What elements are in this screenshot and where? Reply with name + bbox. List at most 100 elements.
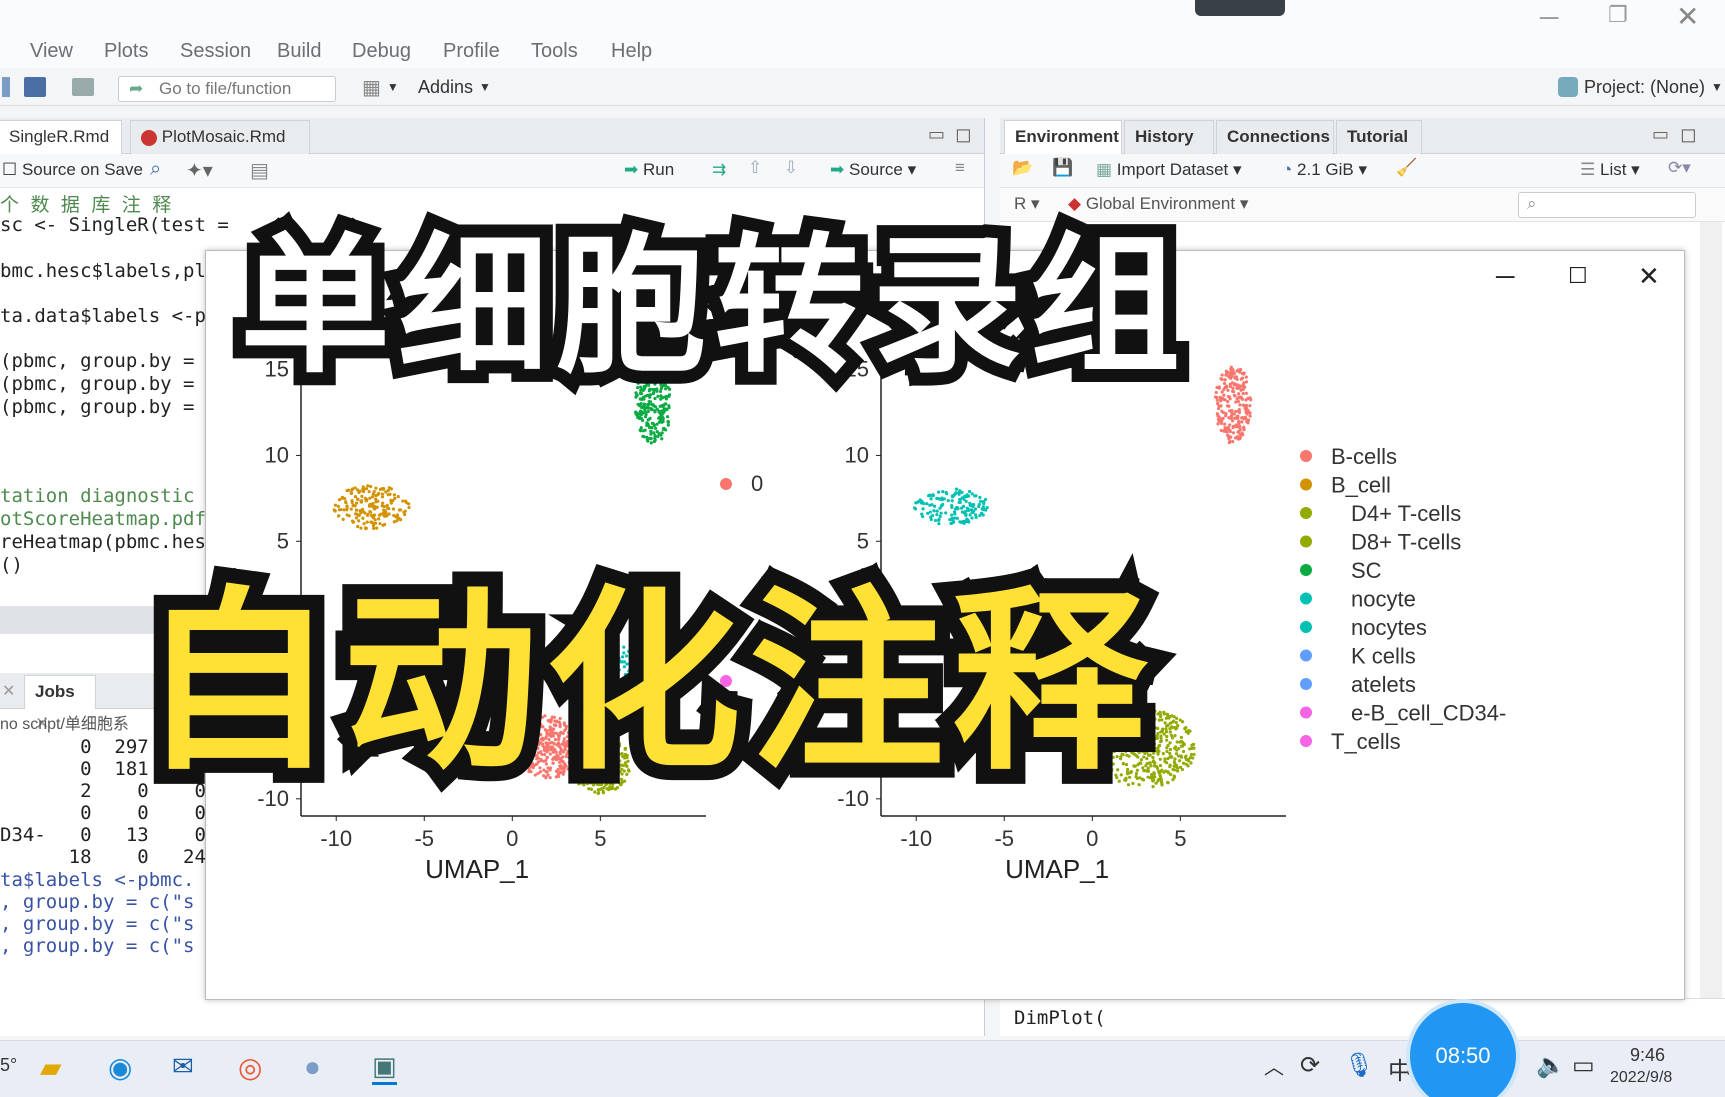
close-tab-icon[interactable]: ✕ — [2, 681, 15, 701]
data-point — [933, 518, 938, 523]
data-point — [366, 484, 370, 488]
data-point — [1217, 386, 1221, 390]
run-button[interactable]: ➡ Run — [624, 160, 674, 180]
data-point — [1236, 416, 1240, 420]
data-point — [384, 490, 388, 494]
broom-icon[interactable]: 🧹 — [1396, 158, 1417, 178]
close-icon[interactable]: ✕ — [1676, 0, 1699, 33]
search-icon[interactable]: ⌕ — [150, 158, 161, 181]
data-point — [387, 512, 391, 516]
addins-button[interactable]: Addins ▼ — [418, 73, 491, 101]
grid-layout-icon[interactable]: ▦ ▼ — [362, 73, 399, 101]
tab-plotmosaic[interactable]: PlotMosaic.Rmd ✕ — [130, 120, 310, 178]
clock-time[interactable]: 9:46 — [1630, 1045, 1665, 1066]
data-point — [1163, 721, 1167, 725]
env-scrollbar[interactable] — [1700, 222, 1722, 1036]
data-point — [1174, 752, 1179, 756]
data-point — [1238, 386, 1242, 390]
data-point — [399, 508, 403, 512]
legend-label: D8+ T-cells — [1351, 530, 1461, 555]
data-point — [1227, 375, 1231, 379]
menu-plots[interactable]: Plots — [104, 40, 148, 63]
rstudio-icon[interactable]: ● — [304, 1051, 321, 1083]
tab-singler[interactable]: SingleR.Rmd ✕ — [0, 120, 122, 178]
active-app-icon[interactable]: ▣ — [372, 1051, 397, 1085]
new-file-icon[interactable] — [2, 73, 10, 101]
data-point — [1159, 734, 1163, 738]
data-point — [365, 520, 369, 524]
drag-handle[interactable] — [1195, 0, 1285, 16]
import-dataset-button[interactable]: ▦ Import Dataset ▾ — [1096, 160, 1242, 180]
save-all-icon[interactable] — [24, 73, 46, 101]
battery-icon[interactable]: ▭ — [1572, 1051, 1595, 1080]
edge-browser-icon[interactable]: ◉ — [108, 1051, 132, 1084]
data-point — [1163, 757, 1167, 761]
microphone-icon[interactable]: 🎙 — [1344, 1051, 1374, 1080]
pane-minimize-icon[interactable]: ▭ — [1652, 124, 1669, 145]
tab-history[interactable]: History — [1124, 120, 1214, 154]
data-point — [1179, 739, 1184, 743]
sync-icon[interactable]: ⟳ — [1300, 1051, 1320, 1080]
tab-connections[interactable]: Connections — [1216, 120, 1334, 154]
pane-maximize-icon[interactable]: ◻ — [1680, 122, 1697, 147]
save-icon[interactable]: 💾 — [1052, 158, 1073, 178]
data-point — [367, 504, 372, 508]
magic-wand-icon[interactable]: ✦▾ — [186, 158, 213, 183]
source-button[interactable]: ➡ Source ▾ — [830, 160, 916, 180]
menu-debug[interactable]: Debug — [352, 40, 411, 63]
menu-profile[interactable]: Profile — [443, 40, 500, 63]
tab-environment[interactable]: Environment — [1004, 120, 1122, 154]
env-search-input[interactable]: ⌕ — [1518, 192, 1696, 218]
up-arrow-icon[interactable]: ⇧ — [748, 158, 762, 178]
data-point — [965, 493, 969, 497]
project-button[interactable]: Project: (None) ▼ — [1558, 73, 1723, 101]
data-point — [1182, 742, 1186, 747]
tab-jobs[interactable]: Jobs ✕ — [24, 675, 96, 733]
menu-session[interactable]: Session — [180, 40, 251, 63]
menu-build[interactable]: Build — [277, 40, 321, 63]
data-point — [664, 407, 668, 411]
rerun-icon[interactable]: ⇉ — [712, 160, 726, 180]
pane-minimize-icon[interactable]: ▭ — [928, 124, 945, 145]
ime-chinese[interactable]: 中 — [1388, 1051, 1412, 1086]
data-point — [954, 487, 959, 491]
list-view-button[interactable]: ☰ List ▾ — [1580, 160, 1640, 180]
refresh-icon[interactable]: ⟳▾ — [1668, 158, 1691, 178]
mail-icon[interactable]: ✉ — [172, 1051, 194, 1082]
pane-maximize-icon[interactable]: ◻ — [955, 122, 972, 147]
file-explorer-icon[interactable]: ▰ — [40, 1051, 62, 1084]
restore-icon[interactable]: ❐ — [1608, 2, 1628, 28]
data-point — [381, 501, 385, 505]
menu-help[interactable]: Help — [611, 40, 652, 63]
data-point — [1228, 416, 1233, 420]
clock-date[interactable]: 2022/9/8 — [1610, 1069, 1672, 1087]
console-cmd: , group.by = c("s — [0, 935, 195, 957]
data-point — [1220, 373, 1224, 377]
down-arrow-icon[interactable]: ⇩ — [784, 158, 798, 178]
print-icon[interactable] — [72, 73, 94, 101]
outline-icon[interactable]: ▤ — [250, 158, 269, 183]
minimize-icon[interactable]: ─ — [1540, 2, 1558, 33]
data-point — [1168, 751, 1172, 755]
data-point — [1242, 371, 1246, 375]
source-on-save-checkbox[interactable]: ☐ Source on Save — [2, 160, 143, 180]
memory-usage-button[interactable]: ◔ 2.1 GiB ▾ — [1282, 160, 1367, 180]
data-point — [1173, 734, 1177, 738]
volume-icon[interactable]: 🔈 — [1536, 1051, 1566, 1080]
data-point — [1158, 757, 1162, 761]
data-point — [967, 489, 972, 494]
menu-view[interactable]: View — [30, 40, 73, 63]
tab-tutorial[interactable]: Tutorial — [1336, 120, 1422, 154]
open-folder-icon[interactable]: 📂 — [1012, 158, 1033, 178]
data-point — [1220, 377, 1224, 382]
chrome-icon[interactable]: ◎ — [238, 1051, 262, 1084]
x-tick-label: -10 — [320, 826, 352, 851]
data-point — [1156, 752, 1160, 756]
doc-outline-icon[interactable]: ≡ — [955, 158, 965, 178]
menu-tools[interactable]: Tools — [531, 40, 578, 63]
data-point — [1225, 404, 1230, 408]
data-point — [341, 517, 345, 521]
goto-file-input[interactable]: ➦ Go to file/function — [118, 76, 336, 102]
data-point — [661, 416, 665, 421]
chevron-up-icon[interactable]: ︿ — [1264, 1051, 1284, 1080]
